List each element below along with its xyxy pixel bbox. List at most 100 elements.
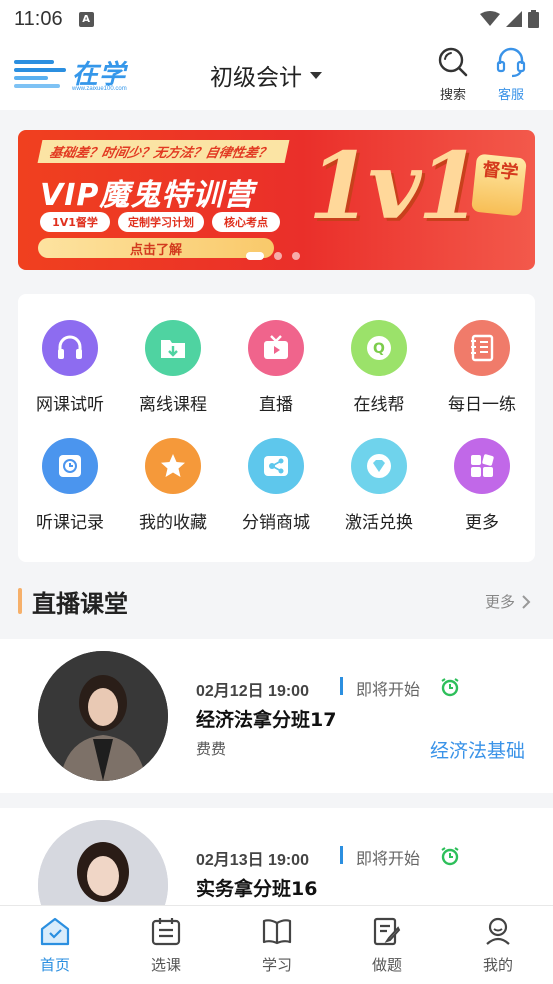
banner-pill-3: 核心考点 — [212, 212, 280, 232]
grid-item-daily-practice[interactable]: 每日一练 — [430, 320, 534, 415]
alarm-clock-icon — [441, 847, 459, 866]
tab-label: 学习 — [261, 956, 292, 974]
tab-study[interactable]: 学习 — [237, 916, 317, 975]
banner-cta[interactable]: 点击了解 — [38, 238, 274, 258]
tab-practice[interactable]: 做题 — [347, 916, 427, 975]
live-section-header: 直播课堂 更多 — [18, 584, 535, 618]
tab-mine[interactable]: 我的 — [458, 916, 538, 975]
diamond-icon — [351, 438, 407, 494]
grid-label: 我的收藏 — [139, 513, 207, 533]
live-course-card[interactable]: 02月13日 19:00 即将开始 实务拿分班16 — [0, 808, 553, 905]
svg-text:Q: Q — [373, 341, 385, 357]
carousel-dots[interactable] — [246, 252, 300, 260]
grid-item-history[interactable]: 听课记录 — [18, 438, 122, 533]
wifi-icon — [480, 11, 500, 26]
grid-label: 网课试听 — [36, 395, 104, 415]
service-label: 客服 — [497, 88, 524, 103]
chevron-right-icon — [522, 594, 531, 609]
star-icon — [145, 438, 201, 494]
course-datetime: 02月13日 19:00 — [196, 852, 309, 869]
course-status: 即将开始 — [356, 680, 421, 699]
calendar-icon — [151, 918, 181, 946]
more-grid-icon — [454, 438, 510, 494]
grid-label: 在线帮 — [353, 395, 405, 415]
system-icons — [480, 10, 539, 28]
tab-courses[interactable]: 选课 — [126, 916, 206, 975]
caret-down-icon — [310, 71, 322, 79]
qa-icon: Q — [351, 320, 407, 376]
feature-grid: 网课试听 离线课程 直播 Q 在线帮 每日一练 听课记录 我的收藏 分销商城 激… — [18, 294, 535, 562]
grid-label: 更多 — [465, 513, 499, 533]
record-icon — [42, 438, 98, 494]
more-label: 更多 — [484, 593, 515, 611]
notebook-icon — [454, 320, 510, 376]
teacher-avatar — [38, 820, 168, 905]
course-subject: 经济法基础 — [429, 740, 525, 762]
section-accent-bar — [18, 588, 22, 614]
course-datetime: 02月12日 19:00 — [196, 683, 309, 700]
live-course-card[interactable]: 02月12日 19:00 即将开始 经济法拿分班17 费费 经济法基础 — [0, 639, 553, 793]
grid-item-favorites[interactable]: 我的收藏 — [121, 438, 225, 533]
grid-item-activate[interactable]: 激活兑换 — [327, 438, 431, 533]
course-status: 即将开始 — [356, 849, 421, 868]
section-title: 直播课堂 — [32, 590, 128, 618]
carousel-dot-2[interactable] — [274, 252, 282, 260]
edit-icon — [373, 917, 401, 946]
download-folder-icon — [145, 320, 201, 376]
banner-badge: 督学 — [471, 153, 527, 217]
more-link[interactable]: 更多 — [485, 591, 531, 612]
carousel-dot-3[interactable] — [292, 252, 300, 260]
banner-title: VIP魔鬼特训营 — [40, 178, 255, 213]
grid-label: 分销商城 — [242, 513, 310, 533]
alarm-clock-icon — [441, 678, 459, 697]
exam-selector-label: 初级会计 — [210, 65, 302, 91]
grid-label: 激活兑换 — [345, 513, 413, 533]
signal-icon — [506, 11, 522, 27]
banner-1v1: 1v1 — [308, 132, 481, 240]
course-name: 经济法拿分班17 — [196, 709, 337, 731]
battery-icon — [528, 10, 539, 28]
teacher-name: 费费 — [196, 740, 227, 758]
book-icon — [262, 919, 292, 945]
bottom-tab-bar: 首页 选课 学习 做题 我的 — [0, 905, 553, 984]
clock: 11:06 — [14, 7, 63, 30]
divider — [340, 846, 343, 864]
search-button[interactable]: 搜索 — [431, 46, 475, 103]
tab-label: 首页 — [39, 956, 70, 974]
grid-item-offline[interactable]: 离线课程 — [121, 320, 225, 415]
app-header: 在学 www.zaixue100.com 初级会计 搜索 客服 — [0, 38, 553, 110]
grid-label: 每日一练 — [448, 395, 516, 415]
app-logo: 在学 www.zaixue100.com — [14, 54, 142, 94]
status-bar: 11:06 A — [0, 0, 553, 38]
grid-label: 离线课程 — [139, 395, 207, 415]
tab-label: 做题 — [371, 956, 402, 974]
banner-tagline: 基础差？时间少？无方法？自律性差？ — [37, 140, 290, 163]
grid-item-mall[interactable]: 分销商城 — [224, 438, 328, 533]
tab-label: 我的 — [482, 956, 513, 974]
promo-banner[interactable]: 基础差？时间少？无方法？自律性差？ VIP魔鬼特训营 1V1督学 定制学习计划 … — [18, 130, 535, 270]
carousel-dot-1[interactable] — [246, 252, 264, 260]
share-icon — [248, 438, 304, 494]
search-label: 搜索 — [439, 88, 466, 103]
teacher-avatar — [38, 651, 168, 781]
logo-site: www.zaixue100.com — [72, 86, 127, 92]
notification-icon: A — [78, 11, 94, 27]
grid-item-more[interactable]: 更多 — [430, 438, 534, 533]
course-name: 实务拿分班16 — [196, 878, 318, 900]
grid-label: 听课记录 — [36, 513, 104, 533]
grid-item-online-help[interactable]: Q 在线帮 — [327, 320, 431, 415]
headset-icon — [496, 47, 526, 78]
tab-label: 选课 — [150, 956, 181, 974]
banner-pill-2: 定制学习计划 — [118, 212, 204, 232]
live-tv-icon — [248, 320, 304, 376]
grid-item-trial[interactable]: 网课试听 — [18, 320, 122, 415]
user-icon — [486, 917, 510, 945]
customer-service-button[interactable]: 客服 — [489, 46, 533, 103]
banner-pill-1: 1V1督学 — [40, 212, 110, 232]
home-icon — [40, 917, 70, 946]
tab-home[interactable]: 首页 — [15, 916, 95, 975]
exam-selector[interactable]: 初级会计 — [210, 58, 322, 92]
headphones-icon — [42, 320, 98, 376]
grid-item-live[interactable]: 直播 — [224, 320, 328, 415]
grid-label: 直播 — [259, 395, 293, 415]
